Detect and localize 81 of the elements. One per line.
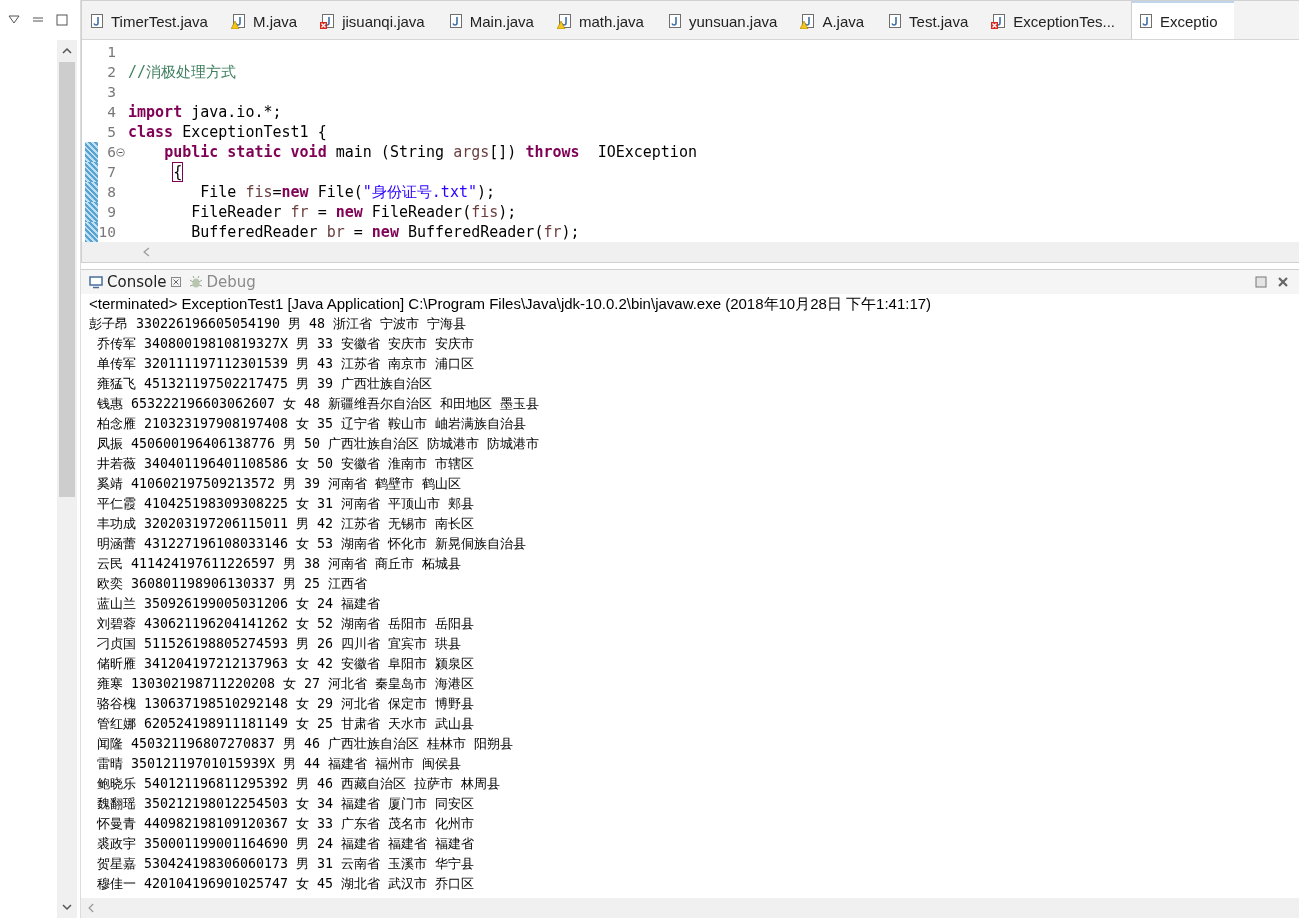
- view-tab[interactable]: Console: [87, 273, 187, 291]
- output-line: 明涵蕾 431227196108033146 女 53 湖南省 怀化市 新晃侗族自治县: [96, 535, 528, 553]
- output-line: 丰功成 320203197206115011 男 42 江苏省 无锡市 南长区: [96, 515, 476, 533]
- java-file-icon: [230, 13, 247, 29]
- code-line: FileReader fr = new FileReader(fis);: [190, 203, 517, 221]
- output-line: 乔传军 34080019810819327X 男 33 安徽省 安庆市 安庆市: [96, 335, 476, 353]
- output-line: 怀曼青 440982198109120367 女 33 广东省 茂名市 化州市: [96, 815, 476, 833]
- code-line: {: [172, 163, 183, 181]
- java-file-icon: [320, 13, 337, 29]
- collapse-icon[interactable]: [116, 147, 125, 157]
- java-file-icon: [89, 13, 105, 29]
- code-line: BufferedReader br = new BufferedReader(fr);: [190, 223, 580, 241]
- bug-icon: [188, 275, 203, 289]
- maximize-icon[interactable]: [56, 14, 68, 26]
- output-line: 管红娜 620524198911181149 女 25 甘肃省 天水市 武山县: [96, 715, 476, 733]
- output-line: 平仁霞 410425198309308225 女 31 河南省 平顶山市 郏县: [96, 495, 476, 513]
- process-status: <terminated> ExceptionTest1 [Java Application] C:\Program Files\Java\jdk-10.0.2\bin\javaw.exe (2018年10月28日 下午1:41:17): [88, 294, 933, 314]
- java-file-icon: [800, 13, 817, 29]
- editor-tab[interactable]: Main.java: [440, 1, 550, 39]
- line-number: 10: [98, 224, 116, 240]
- java-file-icon: [991, 13, 1008, 29]
- output-line: 魏翻瑶 350212198012254503 女 34 福建省 厦门市 同安区: [96, 795, 476, 813]
- output-line: 鲍晓乐 540121196811295392 男 46 西藏自治区 拉萨市 林周县: [96, 775, 502, 793]
- line-number: 9: [106, 204, 116, 220]
- java-file-icon: [556, 13, 573, 29]
- editor-tab[interactable]: A.java: [793, 1, 881, 39]
- output-line: 裘政宇 350001199001164690 男 24 福建省 福建省 福建省: [96, 835, 476, 853]
- output-line: 雷晴 35012119701015939X 男 44 福建省 福州市 闽侯县: [96, 755, 463, 773]
- line-number: 1: [106, 44, 116, 60]
- minimize-icon[interactable]: [1255, 276, 1267, 288]
- output-line: 柏念雁 210323197908197408 女 35 辽宁省 鞍山市 岫岩满族自治县: [96, 415, 528, 433]
- output-line: 雍寒 130302198711220208 女 27 河北省 秦皇岛市 海港区: [96, 675, 476, 693]
- output-line: 凤振 450600196406138776 男 50 广西壮族自治区 防城港市 防城港市: [96, 435, 541, 453]
- output-line: 单传军 320111197112301539 男 43 江苏省 南京市 浦口区: [96, 355, 476, 373]
- monitor-icon: [89, 275, 103, 289]
- code-line: class ExceptionTest1 {: [128, 123, 327, 141]
- output-line: 彭子昂 330226196605054190 男 48 浙江省 宁波市 宁海县: [89, 315, 468, 333]
- code-line: import java.io.*;: [128, 103, 282, 121]
- horizontal-scrollbar[interactable]: [81, 898, 1299, 918]
- output-line: 奚靖 410602197509213572 男 39 河南省 鹤壁市 鹤山区: [96, 475, 463, 493]
- output-line: 雍猛飞 451321197502217475 男 39 广西壮族自治区: [96, 375, 434, 393]
- line-number: 6: [106, 144, 116, 160]
- line-number: 3: [106, 84, 116, 100]
- editor-tab[interactable]: M.java: [223, 1, 314, 39]
- code-line: public static void main (String args[]) throws IOException: [163, 143, 697, 161]
- output-line: 贺星嘉 530424198306060173 男 31 云南省 玉溪市 华宁县: [96, 855, 476, 873]
- editor-tab[interactable]: yunsuan.java: [659, 1, 794, 39]
- close-icon[interactable]: [1277, 276, 1289, 288]
- close-icon[interactable]: [170, 277, 181, 287]
- vertical-scrollbar[interactable]: [57, 40, 77, 918]
- code-line: //消极处理方式: [128, 62, 237, 82]
- output-line: 钱惠 653222196603062607 女 48 新疆维吾尔自治区 和田地区 墨玉县: [96, 395, 541, 413]
- java-file-icon: [666, 13, 683, 29]
- line-number: 2: [106, 64, 116, 80]
- line-number: 8: [106, 184, 116, 200]
- editor-tab[interactable]: Test.java: [880, 1, 985, 39]
- horizontal-scrollbar[interactable]: [82, 242, 1299, 262]
- editor-tab[interactable]: Exceptio: [1131, 1, 1234, 39]
- output-line: 骆谷槐 130637198510292148 女 29 河北省 保定市 博野县: [96, 695, 476, 713]
- editor-tab[interactable]: jisuanqi.java: [313, 1, 441, 39]
- output-line: 井若薇 340401196401108586 女 50 安徽省 淮南市 市辖区: [96, 455, 476, 473]
- editor-tab[interactable]: TimerTest.java: [82, 1, 224, 39]
- java-file-icon: [1138, 13, 1154, 29]
- line-number: 7: [106, 164, 116, 180]
- view-menu-icon[interactable]: [8, 15, 20, 25]
- output-line: 穆佳一 420104196901025747 女 45 湖北省 武汉市 乔口区: [96, 875, 476, 893]
- minimize-icon[interactable]: [32, 15, 44, 25]
- editor-tab[interactable]: math.java: [549, 1, 660, 39]
- line-number: 4: [106, 104, 116, 120]
- output-line: 刁贞国 511526198805274593 男 26 四川省 宜宾市 珙县: [96, 635, 463, 653]
- editor-tab[interactable]: ExceptionTes...: [984, 1, 1131, 39]
- output-line: 刘碧蓉 430621196204141262 女 52 湖南省 岳阳市 岳阳县: [96, 615, 476, 633]
- java-file-icon: [887, 13, 904, 29]
- output-line: 蓝山兰 350926199005031206 女 24 福建省: [96, 595, 382, 613]
- line-number: 5: [106, 124, 116, 140]
- output-line: 云民 411424197611226597 男 38 河南省 商丘市 柘城县: [96, 555, 463, 573]
- output-line: 闻隆 450321196807270837 男 46 广西壮族自治区 桂林市 阳朔县: [96, 735, 515, 753]
- output-line: 欧奕 360801198906130337 男 25 江西省: [96, 575, 369, 593]
- code-line: File fis=new File("身份证号.txt");: [199, 182, 496, 202]
- java-file-icon: [447, 13, 464, 29]
- output-line: 储昕雁 341204197212137963 女 42 安徽省 阜阳市 颍泉区: [96, 655, 476, 673]
